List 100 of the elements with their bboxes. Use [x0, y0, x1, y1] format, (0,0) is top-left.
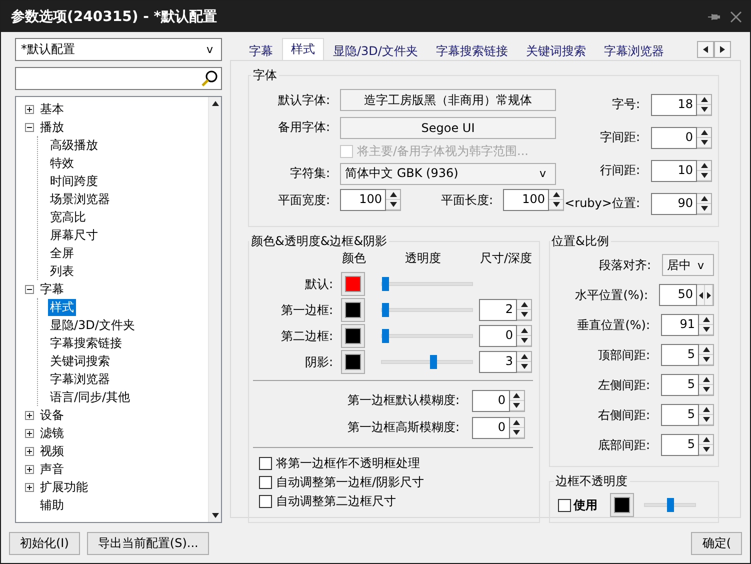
font-button[interactable]: Segoe UI: [340, 116, 556, 138]
number-field[interactable]: 100: [340, 189, 386, 211]
tree-item[interactable]: 显隐/3D/文件夹: [48, 316, 137, 334]
tree-item[interactable]: 视频: [38, 442, 66, 460]
expand-icon[interactable]: [25, 428, 34, 438]
spin-down-button[interactable]: [699, 385, 713, 395]
spin-down-button[interactable]: [517, 310, 531, 320]
spin-up-button[interactable]: [517, 300, 531, 310]
opacity-slider[interactable]: [381, 303, 473, 317]
spin-up-button[interactable]: [517, 326, 531, 336]
spin-down-button[interactable]: [549, 200, 563, 210]
spin-up-button[interactable]: [517, 352, 531, 362]
spin-up-button[interactable]: [699, 375, 713, 385]
spin-down-button[interactable]: [699, 415, 713, 425]
tree-item[interactable]: 语言/同步/其他: [48, 388, 132, 406]
spin-right-button[interactable]: [705, 285, 713, 305]
expand-icon[interactable]: [25, 464, 34, 474]
dialog-button[interactable]: 初始化(I): [9, 532, 80, 554]
number-field[interactable]: 100: [503, 189, 549, 211]
collapse-icon[interactable]: [25, 284, 34, 294]
number-field[interactable]: 0: [651, 126, 697, 148]
color-button[interactable]: [341, 350, 365, 374]
opacity-slider[interactable]: [381, 329, 473, 343]
tree-item[interactable]: 宽高比: [48, 208, 88, 226]
opacity-slider[interactable]: [381, 277, 473, 291]
spin-up-button[interactable]: [510, 418, 524, 428]
tree-item[interactable]: 屏幕尺寸: [48, 226, 100, 244]
tree-item[interactable]: 字幕搜索链接: [48, 334, 124, 352]
tab-scroll-left-button[interactable]: [697, 41, 714, 58]
tree-item[interactable]: 场景浏览器: [48, 190, 112, 208]
slider-thumb[interactable]: [382, 329, 389, 343]
spin-up-button[interactable]: [697, 128, 711, 138]
spin-down-button[interactable]: [697, 104, 711, 114]
spin-down-button[interactable]: [699, 445, 713, 455]
number-field[interactable]: 5: [661, 374, 699, 396]
spin-down-button[interactable]: [697, 170, 711, 180]
tab[interactable]: 字幕搜索链接: [426, 41, 517, 60]
checkbox[interactable]: [259, 476, 272, 489]
spin-up-button[interactable]: [699, 435, 713, 445]
dialog-button[interactable]: 确定(: [691, 532, 742, 554]
expand-icon[interactable]: [25, 104, 34, 114]
expand-icon[interactable]: [25, 446, 34, 456]
number-field[interactable]: 0: [472, 416, 510, 438]
slider-thumb[interactable]: [382, 277, 389, 291]
tree-item[interactable]: 字幕: [38, 280, 66, 298]
tab-scroll-right-button[interactable]: [714, 41, 731, 58]
tab[interactable]: 样式: [282, 38, 324, 60]
number-field[interactable]: 91: [661, 314, 699, 336]
number-field[interactable]: 3: [479, 351, 517, 373]
tree-item[interactable]: 高级播放: [48, 136, 100, 154]
number-field[interactable]: 0: [472, 390, 510, 412]
color-button[interactable]: [341, 324, 365, 348]
expand-icon[interactable]: [25, 410, 34, 420]
tree-item[interactable]: 辅助: [38, 496, 66, 514]
spin-up-button[interactable]: [699, 405, 713, 415]
tree-item[interactable]: 字幕浏览器: [48, 370, 112, 388]
tab[interactable]: 显隐/3D/文件夹: [324, 41, 427, 60]
number-field[interactable]: 5: [661, 344, 699, 366]
spin-down-button[interactable]: [697, 138, 711, 148]
spin-down-button[interactable]: [517, 336, 531, 346]
dialog-button[interactable]: 导出当前配置(S)...: [86, 532, 210, 554]
tab[interactable]: 关键词搜索: [516, 41, 595, 60]
collapse-icon[interactable]: [25, 122, 34, 132]
spin-up-button[interactable]: [697, 94, 711, 104]
align-select[interactable]: 居中 v: [662, 254, 714, 276]
charset-select[interactable]: 简体中文 GBK (936) v: [340, 162, 556, 184]
opacity-slider[interactable]: [644, 498, 696, 512]
color-button[interactable]: [341, 298, 365, 322]
spin-up-button[interactable]: [386, 190, 400, 200]
tree-item[interactable]: 设备: [38, 406, 66, 424]
tree-item[interactable]: 扩展功能: [38, 478, 90, 496]
tree-item[interactable]: 全屏: [48, 244, 76, 262]
tree-item[interactable]: 关键词搜索: [48, 352, 112, 370]
spin-down-button[interactable]: [386, 200, 400, 210]
tree-item[interactable]: 列表: [48, 262, 76, 280]
number-field[interactable]: 2: [479, 299, 517, 321]
tree-item[interactable]: 滤镜: [38, 424, 66, 442]
number-field[interactable]: 90: [651, 192, 697, 214]
tree-item[interactable]: 播放: [38, 118, 66, 136]
number-field[interactable]: 10: [651, 160, 697, 182]
font-button[interactable]: 造字工房版黑（非商用）常规体: [340, 89, 556, 111]
slider-thumb[interactable]: [430, 355, 437, 369]
checkbox[interactable]: [558, 498, 571, 512]
color-button[interactable]: [610, 493, 634, 517]
spin-down-button[interactable]: [697, 204, 711, 214]
number-field[interactable]: 5: [661, 404, 699, 426]
number-field[interactable]: 0: [479, 325, 517, 347]
spin-up-button[interactable]: [697, 160, 711, 170]
number-field[interactable]: 5: [661, 434, 699, 456]
slider-thumb[interactable]: [382, 303, 389, 317]
checkbox[interactable]: [259, 495, 272, 508]
spin-up-button[interactable]: [549, 190, 563, 200]
spin-down-button[interactable]: [699, 325, 713, 335]
tree-item[interactable]: 时间跨度: [48, 172, 100, 190]
color-button[interactable]: [341, 272, 365, 296]
scrollbar[interactable]: [208, 97, 221, 522]
tree-item[interactable]: 特效: [48, 154, 76, 172]
spin-up-button[interactable]: [699, 345, 713, 355]
tree-item[interactable]: 样式: [48, 298, 76, 316]
spin-down-button[interactable]: [517, 362, 531, 372]
